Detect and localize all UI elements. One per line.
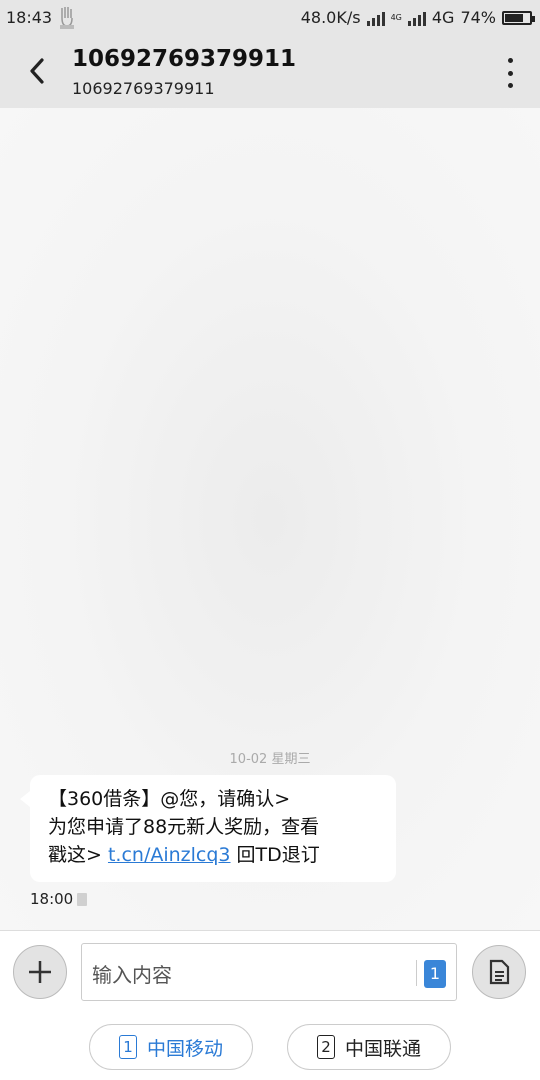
sim2-icon: 2	[316, 1035, 335, 1059]
signal-sim2-icon	[407, 10, 426, 26]
plus-icon	[29, 961, 51, 983]
status-time: 18:43	[6, 8, 53, 27]
message-thread[interactable]: 10-02 星期三 【360借条】@您，请确认> 为您申请了88元新人奖励，查看…	[0, 108, 540, 930]
battery-percent: 74%	[460, 8, 496, 27]
message-bubble[interactable]: 【360借条】@您，请确认> 为您申请了88元新人奖励，查看 戳这> t.cn/…	[20, 775, 396, 882]
message-line: 为您申请了88元新人奖励，查看	[48, 816, 320, 838]
more-menu-icon[interactable]	[506, 58, 514, 88]
send-sim2-button[interactable]: 2 中国联通	[287, 1024, 451, 1070]
battery-icon	[502, 10, 535, 25]
net-speed: 48.0K/s	[300, 8, 361, 27]
add-attachment-button[interactable]	[13, 945, 67, 999]
message-link[interactable]: t.cn/Ainzlcq3	[108, 844, 231, 866]
sim2-label: 中国联通	[344, 1037, 421, 1060]
message-text: 回TD退订	[230, 844, 320, 866]
sim2-network-tag: 4G	[390, 12, 402, 22]
battery-fill	[505, 13, 523, 22]
message-timestamp: 18:00	[30, 890, 88, 908]
message-line: 戳这> t.cn/Ainzlcq3 回TD退订	[48, 841, 384, 869]
sim1-label: 中国移动	[146, 1037, 223, 1060]
sim-select-badge[interactable]: 1	[424, 960, 446, 988]
conversation-title: 10692769379911	[72, 46, 297, 72]
document-icon	[489, 959, 510, 985]
status-right: 48.0K/s 4G 4G 74%	[300, 8, 535, 27]
message-text: 戳这>	[48, 844, 108, 866]
glove-notification-icon	[56, 6, 78, 34]
sim-indicator-icon	[77, 892, 88, 906]
conversation-subtitle: 10692769379911	[72, 79, 215, 98]
quick-text-button[interactable]	[472, 945, 526, 999]
date-separator: 10-02 星期三	[229, 752, 311, 767]
back-arrow-icon[interactable]	[26, 56, 48, 86]
send-sim1-button[interactable]: 1 中国移动	[89, 1024, 253, 1070]
input-divider	[416, 960, 417, 986]
message-line: 【360借条】@您，请确认>	[48, 788, 291, 810]
sim1-icon: 1	[118, 1035, 137, 1059]
signal-sim1-icon	[366, 10, 385, 26]
message-input[interactable]: 输入内容 1	[81, 943, 457, 1001]
message-input-placeholder: 输入内容	[92, 963, 172, 987]
conversation-header: 10692769379911 10692769379911	[0, 36, 540, 108]
network-type: 4G	[431, 8, 455, 27]
message-time: 18:00	[30, 890, 74, 908]
status-bar: 18:43 48.0K/s 4G 4G 74%	[0, 0, 540, 36]
composer: 输入内容 1 1 中国移动 2 中国联通	[0, 930, 540, 1080]
